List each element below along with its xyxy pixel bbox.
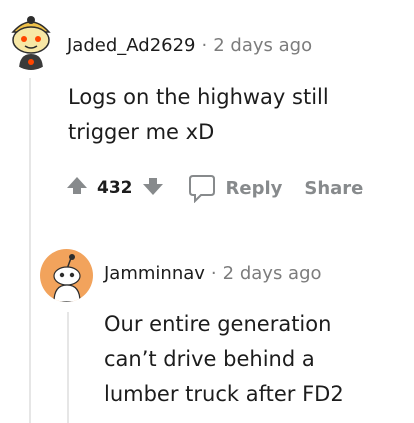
snoo-avatar-icon (11, 16, 51, 70)
reply-body: Our entire generation can’t drive behind… (104, 307, 344, 412)
upvote-button[interactable] (66, 175, 88, 201)
reply-label: Reply (225, 177, 283, 199)
reply-avatar[interactable] (40, 249, 93, 302)
reply-button[interactable]: Reply (188, 173, 283, 203)
downvote-icon (142, 178, 163, 195)
meta-separator: · (210, 263, 217, 284)
comment-bubble-icon (188, 175, 215, 203)
comment-body-line: Logs on the highway still (68, 85, 329, 109)
share-button[interactable]: Share (304, 178, 363, 199)
reply-body-line: Our entire generation (104, 312, 332, 336)
thread-line-reply[interactable] (67, 312, 69, 423)
meta-separator: · (201, 35, 208, 56)
vote-score: 432 (97, 178, 133, 198)
reply-timestamp[interactable]: 2 days ago (223, 263, 322, 284)
reply-body-line: lumber truck after FD2 (104, 382, 344, 406)
reply-username[interactable]: Jamminnav (104, 263, 205, 284)
comment-meta: Jaded_Ad2629 · 2 days ago (67, 35, 312, 56)
commenter-avatar[interactable] (5, 12, 57, 70)
downvote-button[interactable] (142, 175, 164, 201)
thread-line-main[interactable] (29, 78, 31, 423)
comment-body: Logs on the highway still trigger me xD (68, 80, 329, 150)
vote-controls: 432 (66, 175, 164, 201)
reply-meta: Jamminnav · 2 days ago (104, 263, 322, 284)
upvote-icon (67, 177, 87, 194)
comment-actions: 432 Reply Share (66, 171, 363, 205)
snoo-avatar-icon (53, 254, 81, 302)
reply-body-line: can’t drive behind a (104, 347, 315, 371)
share-label: Share (304, 177, 364, 199)
comment-timestamp[interactable]: 2 days ago (213, 35, 312, 56)
comment-body-line: trigger me xD (68, 120, 215, 144)
comment-username[interactable]: Jaded_Ad2629 (67, 35, 196, 56)
